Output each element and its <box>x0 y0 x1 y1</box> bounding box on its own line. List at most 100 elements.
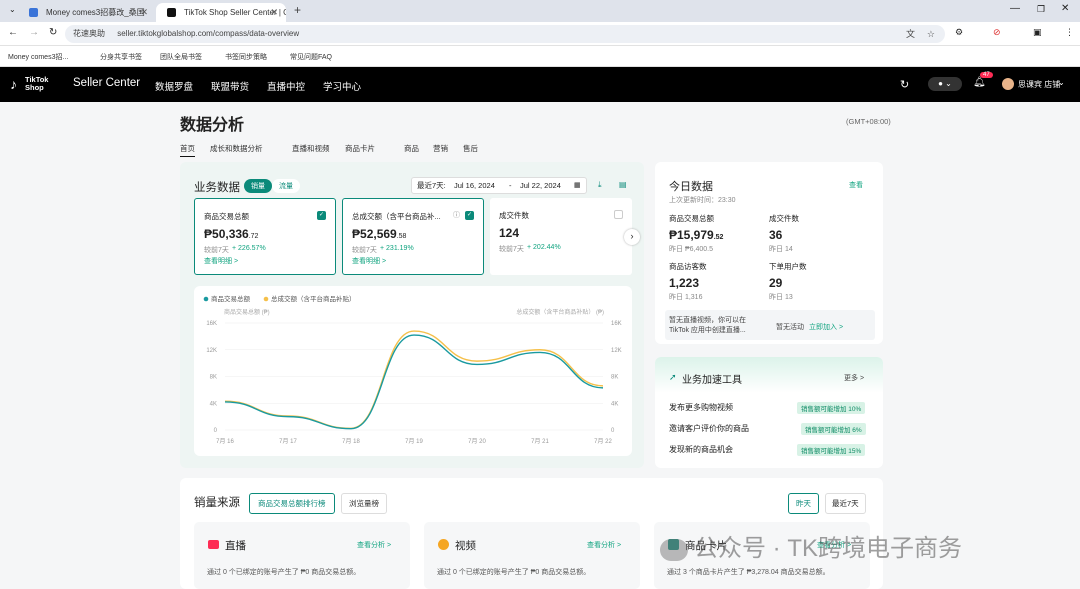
today-view-link[interactable]: 查看 <box>849 180 863 190</box>
delta-value: + 202.44% <box>527 244 561 251</box>
reload-icon[interactable]: ↻ <box>49 27 57 38</box>
check-icon[interactable]: ✓ <box>465 211 474 220</box>
join-now-link[interactable]: 立即加入 > <box>809 322 843 332</box>
menu-icon[interactable]: ⋮ <box>1065 27 1074 38</box>
range-yesterday[interactable]: 昨天 <box>788 493 819 514</box>
delta-value: + 231.19% <box>380 245 414 252</box>
tiktok-favicon-icon <box>167 8 176 17</box>
tab-home[interactable]: 首页 <box>180 143 195 157</box>
chat-icon[interactable]: ● ⌄ <box>928 77 962 91</box>
rocket-icon: ➚ <box>669 372 677 382</box>
tool-row[interactable]: 发现新的商品机会 <box>669 444 733 455</box>
toggle-sales[interactable]: 销量 <box>244 179 272 193</box>
tab-gmv-ranking[interactable]: 商品交易总额排行榜 <box>249 493 335 514</box>
minimize-icon[interactable]: — <box>1010 3 1020 14</box>
source-desc: 通过 0 个已绑定的账号产生了 ₱0 商品交易总额。 <box>207 569 361 576</box>
nav-item-affiliate[interactable]: 联盟带货 <box>211 79 249 93</box>
metric-value: ₱52,569.58 <box>352 227 406 241</box>
live-note: 暂无直播视频，你可以在 TikTok 应用中创建直播... <box>669 317 746 334</box>
today-item: 下单用户数 29 昨日 13 <box>769 261 807 302</box>
value: 52,569 <box>360 227 397 241</box>
business-data-title: 业务数据 <box>194 182 240 194</box>
decimals: .58 <box>396 233 407 240</box>
analysis-link[interactable]: 查看分析 > <box>587 540 621 550</box>
bookmark-item[interactable]: 分身共享书签 <box>100 52 142 62</box>
source-card-live[interactable] <box>194 522 410 589</box>
nav-item-compass[interactable]: 数据罗盘 <box>155 79 193 93</box>
tab-growth[interactable]: 成长和数据分析 <box>210 143 263 154</box>
new-tab-button[interactable]: + <box>294 3 301 17</box>
tool-pill: 销售额可能增加 6% <box>801 423 866 435</box>
video-icon <box>438 539 449 550</box>
details-link[interactable]: 查看明细 > <box>204 256 238 266</box>
nav-item-learning[interactable]: 学习中心 <box>323 79 361 93</box>
tab-after-sales[interactable]: 售后 <box>463 143 478 154</box>
analysis-link[interactable]: 查看分析 > <box>357 540 391 550</box>
restore-icon[interactable]: ❐ <box>1037 4 1045 15</box>
refresh-icon[interactable]: ↻ <box>900 78 909 91</box>
today-label: 商品交易总额 <box>669 214 714 223</box>
forward-icon[interactable]: → <box>29 27 39 38</box>
today-value: 36 <box>769 228 783 242</box>
block-icon[interactable]: ⊘ <box>993 27 1001 38</box>
seller-center-title[interactable]: Seller Center <box>73 77 140 89</box>
browser-tab-bar: ⌄ Money comes3招募改_桑国 ✕ TikTok Shop Selle… <box>0 0 1080 22</box>
bookmark-item[interactable]: 常见问题FAQ <box>290 52 332 62</box>
download-icon[interactable]: ⤓ <box>598 180 602 190</box>
checkbox-icon[interactable] <box>614 210 623 219</box>
today-yesterday: 昨日 ₱6,400.5 <box>669 246 713 253</box>
tool-label: 邀请客户评价你的商品 <box>669 424 749 433</box>
today-item: 商品访客数 1,223 昨日 1,316 <box>669 261 707 302</box>
translate-icon[interactable]: 文 <box>906 25 915 43</box>
metric-label: 成交件数 <box>499 211 529 220</box>
export-icon[interactable]: ▤ <box>619 180 627 189</box>
tool-row[interactable]: 发布更多购物视频 <box>669 402 733 413</box>
bookmark-item[interactable]: 书签同步策略 <box>225 52 267 62</box>
tool-pill: 销售额可能增加 10% <box>797 402 866 414</box>
range-label: 最近7天: <box>417 181 446 190</box>
tab-list-icon[interactable]: ⌄ <box>9 5 16 14</box>
tab-views-ranking[interactable]: 浏览量榜 <box>341 493 387 514</box>
close-tab-icon[interactable]: ✕ <box>270 3 278 22</box>
today-label: 成交件数 <box>769 214 799 223</box>
close-window-icon[interactable]: ✕ <box>1061 3 1069 14</box>
check-icon[interactable]: ✓ <box>317 211 326 220</box>
tools-more-link[interactable]: 更多 > <box>844 373 864 383</box>
browser-tab-2[interactable]: TikTok Shop Seller Center | C ✕ <box>156 3 286 22</box>
bell-icon[interactable]: 🔔︎ <box>973 77 986 88</box>
tab-title: Money comes3招募改_桑国 <box>46 8 145 17</box>
tab-marketing[interactable]: 营销 <box>433 143 448 154</box>
toggle-traffic[interactable]: 流量 <box>272 179 300 193</box>
metric-label: 商品交易总额 <box>204 212 249 221</box>
metric-card-gmv[interactable]: 商品交易总额 ✓ ₱50,336.72 较前7天 + 226.57% 查看明细 … <box>194 198 336 275</box>
metric-card-units[interactable]: 成交件数 124 较前7天 + 202.44% <box>490 198 632 275</box>
close-tab-icon[interactable]: ✕ <box>140 3 148 22</box>
extension-icon[interactable]: ⚙ <box>955 27 963 38</box>
bookmark-item[interactable]: 团队全局书签 <box>160 52 202 62</box>
back-icon[interactable]: ← <box>8 27 18 38</box>
browser-tab-1[interactable]: Money comes3招募改_桑国 ✕ <box>18 3 156 22</box>
tab-live-video[interactable]: 直播和视频 <box>292 143 330 154</box>
source-card-video[interactable] <box>424 522 640 589</box>
star-icon[interactable]: ☆ <box>927 25 935 43</box>
bookmarks-bar: Money comes3招... 分身共享书签 团队全局书签 书签同步策略 常见… <box>0 46 1080 67</box>
range-7days[interactable]: 最近7天 <box>825 493 866 514</box>
chevron-down-icon[interactable]: ⌄ <box>1058 78 1065 87</box>
range-start: Jul 16, 2024 <box>454 181 495 190</box>
details-link[interactable]: 查看明细 > <box>352 256 386 266</box>
avatar[interactable] <box>1002 78 1014 90</box>
tab-products[interactable]: 商品 <box>404 143 419 154</box>
url-input[interactable]: 花速奥助 seller.tiktokglobalshop.com/compass… <box>65 25 945 43</box>
info-icon: ⓘ <box>453 212 460 219</box>
nav-item-live[interactable]: 直播中控 <box>267 79 305 93</box>
bookmark-item[interactable]: Money comes3招... <box>8 52 68 62</box>
metric-card-total[interactable]: 总成交额（含平台商品补... ⓘ ✓ ₱52,569.58 较前7天 + 231… <box>342 198 484 275</box>
puzzle-icon[interactable]: ▣ <box>1033 27 1042 38</box>
date-range-picker[interactable]: 最近7天: Jul 16, 2024 - Jul 22, 2024 ▦ <box>411 177 587 194</box>
tab-product-card[interactable]: 商品卡片 <box>345 143 375 154</box>
user-name[interactable]: 思课宾 店铺 <box>1018 79 1060 90</box>
next-arrow-icon[interactable]: › <box>624 229 640 245</box>
today-yesterday: 昨日 13 <box>769 294 793 301</box>
tool-row[interactable]: 邀请客户评价你的商品 <box>669 423 749 434</box>
today-value: 29 <box>769 276 783 290</box>
